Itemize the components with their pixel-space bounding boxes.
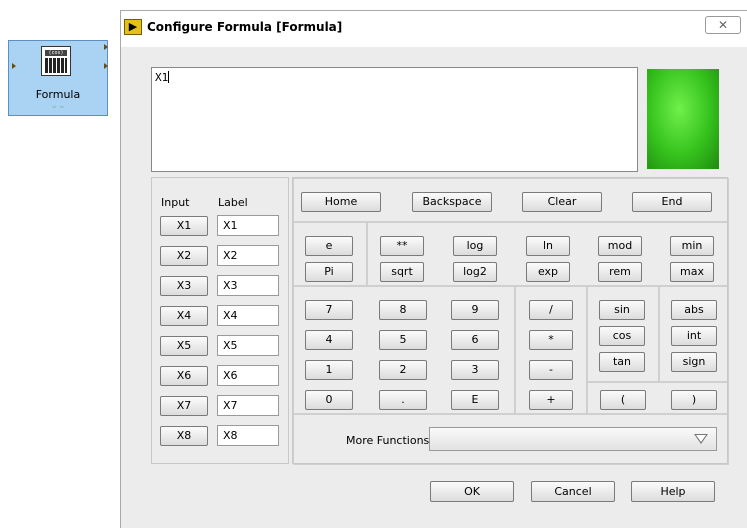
close-button[interactable]: ✕ — [705, 16, 741, 34]
input-label-panel: Input Label X1 X1 X2 X2 X3 X3 X4 X4 X5 X5 X6 X6 X7 X7… — [151, 177, 289, 464]
formula-editor[interactable]: X1 — [151, 67, 638, 172]
close-paren-button[interactable]: ) — [671, 390, 717, 410]
label-field-5[interactable]: X5 — [217, 335, 279, 356]
cos-button[interactable]: cos — [599, 326, 645, 346]
input-button-6[interactable]: X6 — [160, 366, 208, 386]
help-button[interactable]: Help — [631, 481, 715, 502]
pi-button[interactable]: Pi — [305, 262, 353, 282]
multiply-button[interactable]: * — [529, 330, 573, 350]
digit-button[interactable]: 8 — [379, 300, 427, 320]
digit-button[interactable]: . — [379, 390, 427, 410]
power-button[interactable]: ** — [380, 236, 424, 256]
input-button-4[interactable]: X4 — [160, 306, 208, 326]
clear-button[interactable]: Clear — [522, 192, 602, 212]
end-button[interactable]: End — [632, 192, 712, 212]
keypad-panel: Home Backspace Clear End e Pi ** log ln … — [292, 177, 729, 465]
sign-button[interactable]: sign — [671, 352, 717, 372]
mod-button[interactable]: mod — [598, 236, 642, 256]
tan-button[interactable]: tan — [599, 352, 645, 372]
output-terminal-icon[interactable] — [104, 63, 108, 69]
backspace-button[interactable]: Backspace — [412, 192, 492, 212]
digit-button[interactable]: 3 — [451, 360, 499, 380]
label-field-6[interactable]: X6 — [217, 365, 279, 386]
label-field-4[interactable]: X4 — [217, 305, 279, 326]
sin-button[interactable]: sin — [599, 300, 645, 320]
formula-node[interactable]: (cos) Formula ⌄⌄ — [8, 40, 108, 116]
int-button[interactable]: int — [671, 326, 717, 346]
input-button-2[interactable]: X2 — [160, 246, 208, 266]
label-field-7[interactable]: X7 — [217, 395, 279, 416]
label-field-3[interactable]: X3 — [217, 275, 279, 296]
home-button[interactable]: Home — [301, 192, 381, 212]
log-button[interactable]: log — [453, 236, 497, 256]
input-terminal-icon[interactable] — [12, 63, 16, 69]
digit-button[interactable]: 2 — [379, 360, 427, 380]
digit-button[interactable]: 5 — [379, 330, 427, 350]
dialog-title: Configure Formula [Formula] — [147, 20, 343, 34]
log2-button[interactable]: log2 — [453, 262, 497, 282]
label-header: Label — [218, 196, 248, 209]
ln-button[interactable]: ln — [526, 236, 570, 256]
digit-button[interactable]: 4 — [305, 330, 353, 350]
output-terminal-icon[interactable] — [104, 44, 108, 50]
input-button-8[interactable]: X8 — [160, 426, 208, 446]
input-button-3[interactable]: X3 — [160, 276, 208, 296]
digit-button[interactable]: 0 — [305, 390, 353, 410]
min-button[interactable]: min — [670, 236, 714, 256]
digit-button[interactable]: 1 — [305, 360, 353, 380]
text-caret — [168, 71, 170, 83]
exp-button[interactable]: exp — [526, 262, 570, 282]
digit-button[interactable]: E — [451, 390, 499, 410]
divide-button[interactable]: / — [529, 300, 573, 320]
title-bar[interactable]: ▶ Configure Formula [Formula] ✕ — [121, 11, 747, 47]
calculator-keys — [45, 58, 67, 73]
subtract-button[interactable]: - — [529, 360, 573, 380]
input-header: Input — [161, 196, 190, 209]
expand-chevron-icon[interactable]: ⌄⌄ — [9, 101, 107, 111]
ok-button[interactable]: OK — [430, 481, 514, 502]
formula-status-indicator — [647, 69, 719, 169]
sqrt-button[interactable]: sqrt — [380, 262, 424, 282]
add-button[interactable]: + — [529, 390, 573, 410]
rem-button[interactable]: rem — [598, 262, 642, 282]
calculator-screen: (cos) — [45, 50, 67, 56]
label-field-2[interactable]: X2 — [217, 245, 279, 266]
labview-icon: ▶ — [124, 19, 142, 35]
digit-button[interactable]: 6 — [451, 330, 499, 350]
cancel-button[interactable]: Cancel — [531, 481, 615, 502]
formula-text: X1 — [155, 71, 169, 84]
more-functions-label: More Functions — [346, 434, 430, 447]
calculator-icon: (cos) — [41, 46, 71, 76]
close-icon: ✕ — [717, 18, 729, 32]
configure-formula-dialog: ▶ Configure Formula [Formula] ✕ X1 Input… — [120, 10, 747, 528]
input-button-7[interactable]: X7 — [160, 396, 208, 416]
more-functions-dropdown[interactable] — [429, 427, 717, 451]
input-button-1[interactable]: X1 — [160, 216, 208, 236]
abs-button[interactable]: abs — [671, 300, 717, 320]
input-button-5[interactable]: X5 — [160, 336, 208, 356]
dropdown-arrow-icon — [694, 434, 708, 444]
digit-button[interactable]: 9 — [451, 300, 499, 320]
label-field-8[interactable]: X8 — [217, 425, 279, 446]
e-button[interactable]: e — [305, 236, 353, 256]
open-paren-button[interactable]: ( — [600, 390, 646, 410]
digit-button[interactable]: 7 — [305, 300, 353, 320]
max-button[interactable]: max — [670, 262, 714, 282]
label-field-1[interactable]: X1 — [217, 215, 279, 236]
node-label: Formula — [35, 88, 81, 101]
